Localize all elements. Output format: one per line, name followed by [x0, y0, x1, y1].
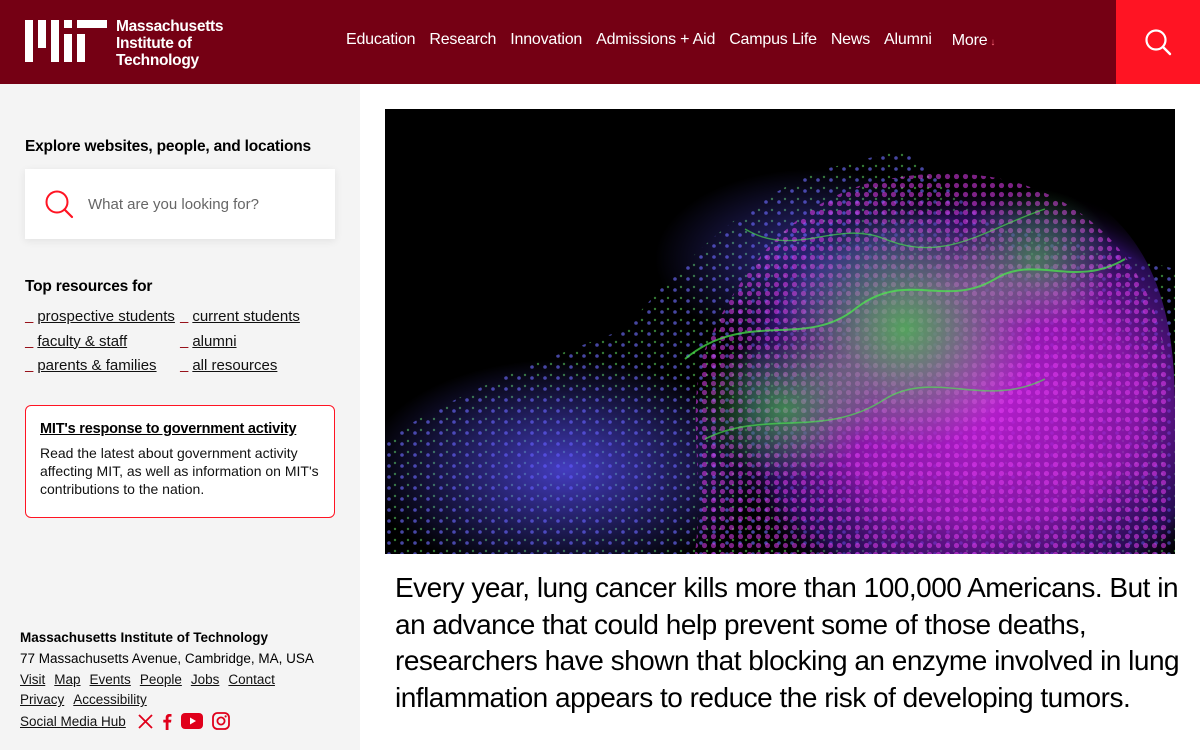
nav-research[interactable]: Research	[429, 31, 496, 49]
resources-title: Top resources for	[25, 278, 153, 295]
government-notice: MIT's response to government activity Re…	[25, 405, 335, 518]
footer-link-people[interactable]: People	[140, 672, 182, 687]
arrow-down-icon: ↓	[990, 37, 996, 48]
instagram-icon[interactable]	[211, 712, 230, 730]
dash-icon: _	[25, 332, 34, 350]
search-icon	[44, 189, 74, 219]
resource-label: faculty & staff	[37, 332, 128, 350]
resource-faculty-staff[interactable]: _ faculty & staff	[25, 333, 180, 352]
dash-icon: _	[180, 332, 189, 350]
sidebar-search-input[interactable]	[88, 195, 288, 213]
resource-current-students[interactable]: _ current students	[180, 308, 335, 327]
nav-campus-life[interactable]: Campus Life	[729, 31, 817, 49]
resource-label: prospective students	[37, 308, 175, 325]
resource-label: current students	[192, 308, 300, 325]
news-headline[interactable]: Every year, lung cancer kills more than …	[395, 570, 1185, 716]
nav-alumni[interactable]: Alumni	[884, 31, 932, 49]
explore-title: Explore websites, people, and locations	[25, 138, 311, 155]
footer-address: 77 Massachusetts Avenue, Cambridge, MA, …	[20, 651, 314, 666]
facebook-icon[interactable]	[162, 713, 172, 730]
nav-more[interactable]: More ↓	[951, 32, 996, 50]
dash-icon: _	[25, 357, 34, 374]
main-nav: Education Research Innovation Admissions…	[346, 31, 995, 49]
dash-icon: _	[180, 357, 189, 374]
resource-label: alumni	[192, 332, 237, 350]
footer-link-contact[interactable]: Contact	[228, 672, 275, 687]
sidebar-search-box	[25, 169, 335, 239]
footer-link-map[interactable]: Map	[54, 672, 80, 687]
sidebar: Explore websites, people, and locations …	[0, 84, 360, 750]
mit-logo-mark	[25, 20, 107, 62]
nav-admissions-aid[interactable]: Admissions + Aid	[596, 31, 715, 49]
government-notice-body: Read the latest about government activit…	[40, 445, 319, 497]
footer-org-name: Massachusetts Institute of Technology	[20, 630, 269, 645]
footer-link-events[interactable]: Events	[90, 672, 131, 687]
mit-logo[interactable]: Massachusetts Institute of Technology	[25, 18, 224, 69]
footer-links: Visit Map Events People Jobs Contact	[20, 672, 350, 687]
government-notice-link[interactable]: MIT's response to government activity	[40, 421, 297, 437]
social-media-hub-link[interactable]: Social Media Hub	[20, 714, 126, 729]
footer-link-accessibility[interactable]: Accessibility	[73, 692, 147, 707]
microscope-image	[385, 109, 1175, 554]
youtube-icon[interactable]	[180, 713, 203, 729]
resource-label: parents & families	[37, 357, 157, 374]
footer-links-secondary: Privacy Accessibility	[20, 692, 350, 707]
nav-innovation[interactable]: Innovation	[510, 31, 582, 49]
resource-alumni[interactable]: _ alumni	[180, 333, 335, 352]
resource-label: all resources	[192, 357, 278, 374]
footer-link-privacy[interactable]: Privacy	[20, 692, 64, 707]
x-icon[interactable]	[138, 713, 153, 729]
footer-link-jobs[interactable]: Jobs	[191, 672, 220, 687]
mit-logo-text: Massachusetts Institute of Technology	[116, 18, 224, 69]
sidebar-footer: Massachusetts Institute of Technology 77…	[20, 630, 350, 730]
dash-icon: _	[180, 308, 189, 325]
nav-news[interactable]: News	[831, 31, 870, 49]
resource-parents-families[interactable]: _ parents & families	[25, 357, 180, 376]
resource-prospective-students[interactable]: _ prospective students	[25, 308, 180, 327]
footer-social: Social Media Hub	[20, 712, 350, 730]
site-header: Massachusetts Institute of Technology Ed…	[0, 0, 1200, 84]
dash-icon: _	[25, 308, 34, 325]
social-icons	[138, 712, 230, 730]
nav-more-label: More	[951, 32, 988, 49]
nav-education[interactable]: Education	[346, 31, 416, 49]
search-icon	[1145, 29, 1172, 56]
resources-list: _ prospective students _ current students …	[25, 308, 335, 376]
hero-image[interactable]	[385, 109, 1175, 554]
header-search-button[interactable]	[1116, 0, 1200, 84]
resource-all-resources[interactable]: _ all resources	[180, 357, 335, 376]
footer-link-visit[interactable]: Visit	[20, 672, 45, 687]
